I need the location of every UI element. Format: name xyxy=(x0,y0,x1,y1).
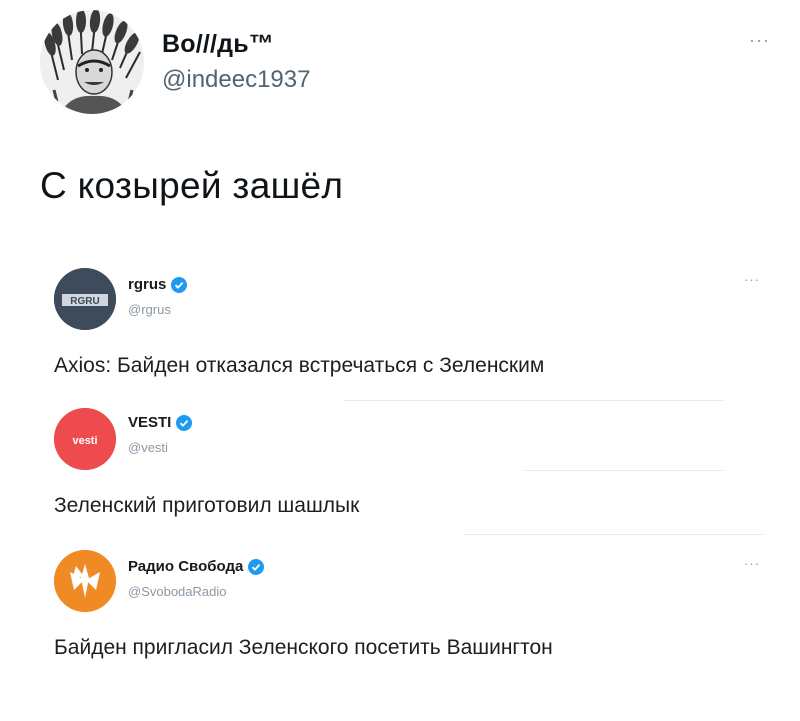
divider xyxy=(464,534,764,535)
embed-author-name: Радио Свобода xyxy=(128,558,265,575)
svoboda-logo-icon xyxy=(54,550,116,612)
attached-image[interactable]: RGRU rgrus @rgrus ··· Axios: Байден отка… xyxy=(44,250,774,690)
embed-author-name: rgrus xyxy=(128,276,188,293)
vesti-avatar: vesti xyxy=(54,408,116,470)
embed-name-label: rgrus xyxy=(128,276,167,293)
svoboda-avatar xyxy=(54,550,116,612)
embed-author-handle: @vesti xyxy=(128,440,168,455)
tweet-header: Во///дь™ @indeec1937 ··· xyxy=(40,10,770,114)
tweet-text: С козырей зашёл xyxy=(40,165,344,206)
embed-more-icon: ··· xyxy=(744,556,760,571)
vesti-logo-text: vesti xyxy=(72,435,97,447)
vesti-logo-icon: vesti xyxy=(54,408,116,470)
verified-badge-icon xyxy=(171,276,188,293)
embed-author-handle: @rgrus xyxy=(128,302,171,317)
embed-name-label: Радио Свобода xyxy=(128,558,244,575)
divider xyxy=(524,470,724,471)
verified-badge-icon xyxy=(248,558,265,575)
embed-text: Зеленский приготовил шашлык xyxy=(54,494,360,517)
author-handle[interactable]: @indeec1937 xyxy=(162,66,310,94)
embedded-tweet-svoboda: Радио Свобода @SvobodaRadio ··· Байден п… xyxy=(44,540,774,690)
avatar-portrait-icon xyxy=(40,10,144,114)
embed-author-handle: @SvobodaRadio xyxy=(128,584,227,599)
author-name[interactable]: Во///дь™ xyxy=(162,30,274,59)
embed-author-name: VESTI xyxy=(128,414,193,431)
avatar[interactable] xyxy=(40,10,144,114)
rgru-avatar: RGRU xyxy=(54,268,116,330)
embedded-tweet-rgrus: RGRU rgrus @rgrus ··· Axios: Байден отка… xyxy=(44,250,774,390)
embed-name-label: VESTI xyxy=(128,414,172,431)
embed-text: Байден пригласил Зеленского посетить Ваш… xyxy=(54,636,553,659)
verified-badge-icon xyxy=(176,414,193,431)
rgru-logo-icon: RGRU xyxy=(54,268,116,330)
embed-more-icon: ··· xyxy=(744,272,760,287)
embed-text: Axios: Байден отказался встречаться с Зе… xyxy=(54,354,545,377)
rgru-logo-text: RGRU xyxy=(70,296,99,307)
embedded-tweet-vesti: vesti VESTI @vesti Зеленский приготовил … xyxy=(44,400,774,530)
more-options-icon[interactable]: ··· xyxy=(749,30,770,51)
